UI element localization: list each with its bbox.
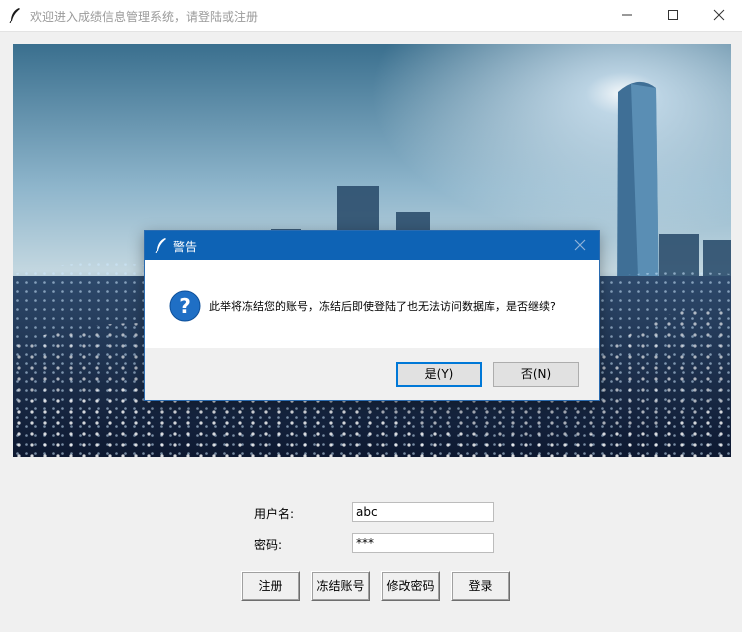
window-titlebar[interactable]: 欢迎进入成绩信息管理系统，请登陆或注册	[0, 0, 742, 32]
dialog-titlebar[interactable]: 警告	[145, 231, 599, 260]
close-button[interactable]	[696, 0, 742, 31]
feather-icon	[9, 8, 20, 23]
change-password-button[interactable]: 修改密码	[381, 571, 440, 601]
username-label: 用户名:	[254, 507, 295, 521]
login-button[interactable]: 登录	[451, 571, 510, 601]
username-input[interactable]	[352, 502, 494, 522]
freeze-account-button[interactable]: 冻结账号	[311, 571, 370, 601]
minimize-button[interactable]	[604, 0, 650, 31]
dialog-body: ? 此举将冻结您的账号，冻结后即使登陆了也无法访问数据库，是否继续?	[145, 260, 599, 348]
close-icon	[713, 9, 725, 21]
yes-button[interactable]: 是(Y)	[396, 362, 482, 387]
dialog-title: 警告	[173, 240, 198, 254]
maximize-button[interactable]	[650, 0, 696, 31]
svg-text:?: ?	[179, 294, 191, 318]
warning-dialog: 警告 ? 此举将冻结您的账号，冻结后即使登陆了也无法访问数据库，是否继续? 是(…	[144, 230, 600, 401]
minimize-icon	[622, 14, 632, 16]
dialog-message: 此举将冻结您的账号，冻结后即使登陆了也无法访问数据库，是否继续?	[209, 300, 556, 313]
register-button[interactable]: 注册	[241, 571, 300, 601]
no-button[interactable]: 否(N)	[493, 362, 579, 387]
window-title: 欢迎进入成绩信息管理系统，请登陆或注册	[30, 10, 259, 24]
maximize-icon	[668, 10, 678, 20]
dialog-footer: 是(Y) 否(N)	[145, 348, 599, 400]
password-label: 密码:	[254, 538, 283, 552]
close-icon[interactable]	[573, 238, 587, 252]
question-icon: ?	[169, 290, 201, 322]
feather-icon	[155, 238, 166, 253]
password-input[interactable]	[352, 533, 494, 553]
